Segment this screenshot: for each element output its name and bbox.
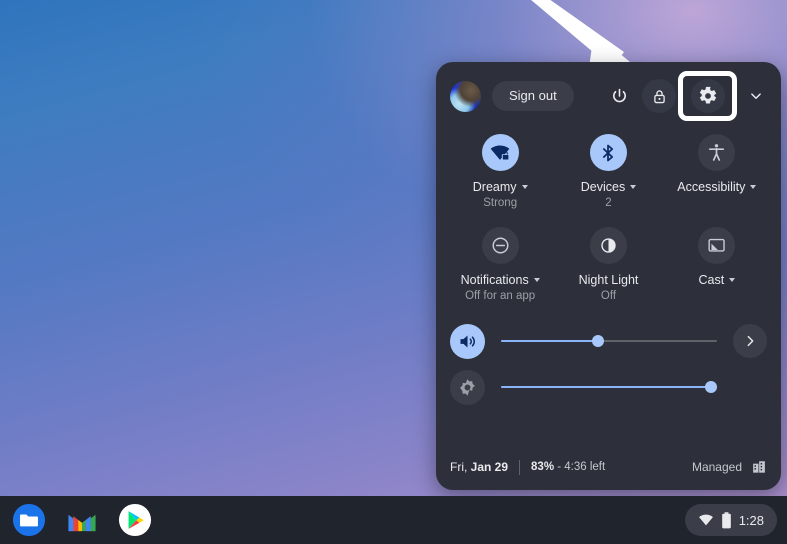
tile-bluetooth[interactable]: Devices 2 — [554, 134, 662, 209]
cast-tile-label-row: Cast — [698, 273, 736, 287]
tray-clock: 1:28 — [738, 512, 764, 528]
tile-notifications[interactable]: Notifications Off for an app — [446, 227, 554, 302]
chevron-right-icon — [747, 335, 754, 347]
brightness-slider-fill — [501, 386, 711, 388]
network-tile-label: Dreamy — [472, 180, 517, 194]
date-tray-button[interactable]: Fri, Jan 29 — [450, 460, 508, 474]
footer-divider — [519, 459, 521, 475]
notifications-tile-icon-circle — [481, 227, 519, 264]
quick-settings-footer: Fri, Jan 29 83% - 4:36 left Managed — [436, 444, 781, 490]
power-button[interactable] — [602, 79, 636, 113]
files-app-icon — [12, 503, 46, 537]
night-light-icon — [601, 238, 616, 253]
volume-mute-toggle[interactable] — [450, 323, 485, 359]
cast-icon — [708, 238, 726, 252]
settings-button[interactable] — [690, 79, 725, 113]
volume-slider-thumb[interactable] — [592, 335, 605, 347]
bluetooth-icon — [603, 144, 614, 161]
notifications-tile-sublabel: Off for an app — [465, 290, 536, 302]
wifi-icon — [698, 514, 713, 526]
brightness-icon — [460, 378, 475, 396]
brightness-slider-thumb[interactable] — [704, 381, 717, 393]
quick-settings-panel: Sign out Dreamy Strong Devices 2 Accessi… — [436, 62, 781, 490]
battery-remaining: - 4:36 left — [554, 461, 606, 473]
managed-label[interactable]: Managed — [692, 460, 742, 474]
volume-slider-row — [436, 318, 781, 364]
user-avatar[interactable] — [450, 80, 481, 112]
enterprise-building-icon[interactable] — [751, 459, 767, 475]
quick-settings-tiles-row-2: Notifications Off for an app Night Light… — [436, 209, 781, 302]
notifications-tile-label-row: Notifications — [461, 273, 540, 287]
accessibility-icon — [709, 144, 725, 161]
notifications-tile-label: Notifications — [460, 273, 529, 287]
brightness-icon-button[interactable] — [450, 369, 485, 405]
date-prefix: Fri, — [450, 460, 471, 474]
accessibility-tile-icon-circle — [698, 134, 736, 171]
files-app-button[interactable] — [12, 503, 46, 537]
cast-tile-icon-circle — [698, 227, 736, 264]
accessibility-tile-label-row: Accessibility — [677, 180, 757, 194]
bluetooth-tile-sublabel: 2 — [605, 197, 612, 209]
shelf-app-list — [0, 503, 152, 537]
collapse-button[interactable] — [739, 79, 773, 113]
gmail-app-button[interactable] — [65, 503, 99, 537]
accessibility-tile-label: Accessibility — [677, 180, 746, 194]
chevron-down-icon[interactable] — [521, 185, 528, 189]
status-tray-button[interactable]: 1:28 — [684, 504, 777, 536]
night-light-tile-label: Night Light — [578, 273, 639, 287]
wifi-locked-icon — [490, 144, 510, 160]
bluetooth-tile-icon-circle — [589, 134, 627, 171]
chevron-down-icon[interactable] — [533, 278, 540, 282]
tile-network[interactable]: Dreamy Strong — [446, 134, 554, 209]
sign-out-button[interactable]: Sign out — [492, 81, 574, 111]
lock-button[interactable] — [642, 79, 676, 113]
shelf: 1:28 — [0, 496, 787, 544]
battery-status[interactable]: 83% - 4:36 left — [531, 461, 605, 473]
gmail-app-icon — [68, 514, 96, 532]
night-light-tile-icon-circle — [589, 227, 627, 264]
volume-expand-button[interactable] — [733, 324, 767, 358]
play-store-app-icon — [118, 503, 152, 537]
cast-tile-label: Cast — [698, 273, 725, 287]
brightness-slider[interactable] — [501, 378, 717, 396]
tile-cast[interactable]: Cast — [663, 227, 771, 302]
chevron-down-icon[interactable] — [729, 278, 736, 282]
volume-up-icon — [460, 335, 475, 347]
volume-slider[interactable] — [501, 332, 717, 350]
chevron-down-icon — [751, 93, 761, 99]
network-tile-icon-circle — [481, 134, 519, 171]
bluetooth-tile-label-row: Devices — [580, 180, 637, 194]
quick-settings-header: Sign out — [436, 62, 781, 130]
bluetooth-tile-label: Devices — [580, 180, 626, 194]
network-tile-sublabel: Strong — [483, 197, 518, 209]
desktop-screen: Sign out Dreamy Strong Devices 2 Accessi… — [0, 0, 787, 544]
tile-night-light[interactable]: Night Light Off — [554, 227, 662, 302]
chevron-down-icon[interactable] — [630, 185, 637, 189]
quick-settings-tiles-row-1: Dreamy Strong Devices 2 Accessibility — [436, 130, 781, 209]
network-tile-label-row: Dreamy — [473, 180, 528, 194]
brightness-slider-row — [436, 364, 781, 410]
lock-icon — [653, 89, 665, 103]
battery-icon — [721, 511, 731, 528]
do-not-disturb-icon — [492, 237, 509, 254]
play-store-app-button[interactable] — [118, 503, 152, 537]
tile-accessibility[interactable]: Accessibility — [663, 134, 771, 209]
settings-button-highlight — [678, 71, 737, 121]
gear-icon — [699, 86, 716, 104]
power-icon — [612, 88, 626, 102]
date-value: Jan 29 — [470, 460, 509, 474]
chevron-down-icon[interactable] — [750, 185, 757, 189]
night-light-tile-label-row: Night Light — [579, 273, 639, 287]
night-light-tile-sublabel: Off — [600, 290, 617, 302]
battery-percent: 83% — [531, 461, 555, 473]
volume-slider-fill — [501, 340, 599, 342]
